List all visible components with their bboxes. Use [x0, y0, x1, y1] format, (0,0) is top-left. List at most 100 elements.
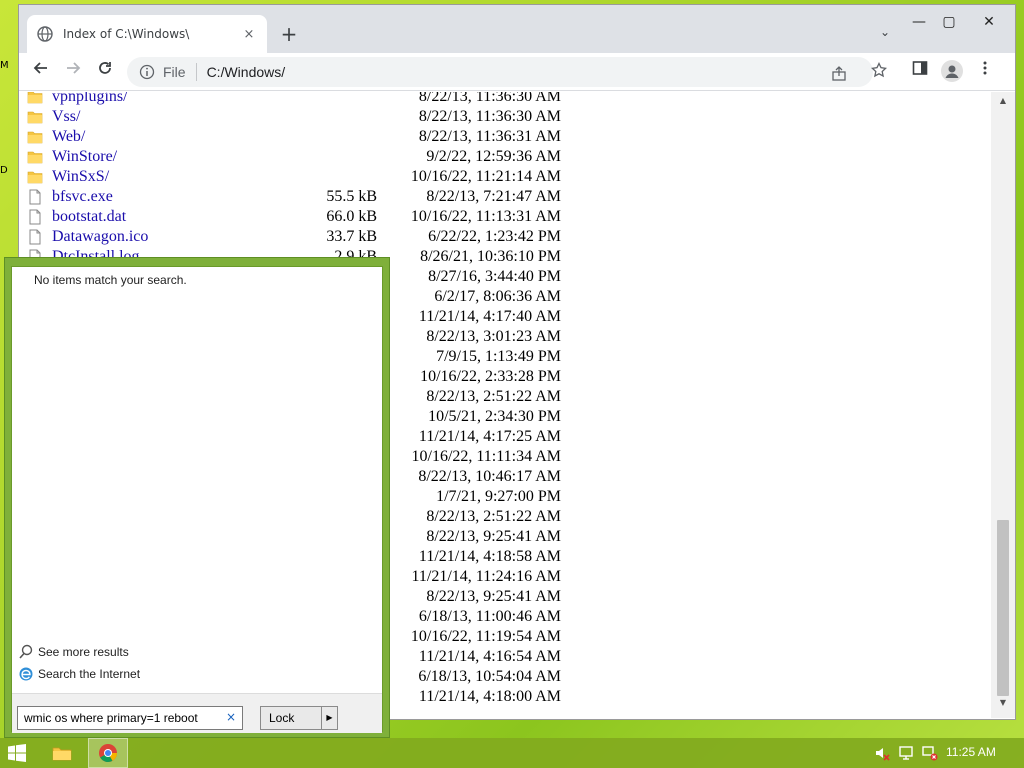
url-text[interactable]: C:/Windows/ — [207, 64, 286, 80]
bookmark-button[interactable] — [869, 61, 889, 82]
date-modified: 8/22/13, 10:46:17 AM — [418, 468, 561, 485]
lock-button-label: Lock — [269, 711, 295, 725]
date-modified: 11/21/14, 4:16:54 AM — [418, 648, 561, 665]
scrollbar-thumb[interactable] — [997, 520, 1009, 696]
tab-index-of-windows[interactable]: Index of C:\Windows\ × — [27, 15, 267, 53]
person-icon — [945, 65, 959, 78]
scroll-down-button[interactable]: ▼ — [991, 698, 1015, 714]
file-link[interactable]: Datawagon.ico — [52, 227, 148, 247]
taskbar-file-explorer[interactable] — [42, 738, 82, 768]
file-icon — [29, 229, 41, 245]
desktop-icon-label: M — [0, 60, 9, 71]
lock-button[interactable]: Lock ▶ — [260, 706, 338, 730]
tab-title: Index of C:\Windows\ — [63, 27, 190, 41]
file-link[interactable]: WinSxS/ — [52, 167, 109, 187]
taskbar-clock[interactable]: 11:25 AM — [946, 745, 996, 759]
share-button[interactable] — [829, 66, 849, 86]
address-bar[interactable]: File C:/Windows/ — [127, 57, 873, 87]
file-size: 55.5 kB — [326, 188, 377, 205]
table-row: bootstat.dat 66.0 kB 10/16/22, 11:13:31 AM — [19, 207, 579, 227]
file-link[interactable]: bfsvc.exe — [52, 187, 113, 207]
forward-button[interactable] — [61, 60, 85, 84]
date-modified: 9/2/22, 12:59:36 AM — [426, 148, 561, 165]
search-internet-label: Search the Internet — [38, 667, 141, 681]
file-link[interactable]: Web/ — [52, 127, 85, 147]
power-options-arrow-icon[interactable]: ▶ — [321, 707, 337, 729]
no-results-message: No items match your search. — [34, 273, 187, 287]
side-panel-icon — [912, 61, 928, 75]
search-results-area: No items match your search. See more res… — [11, 266, 383, 733]
date-modified: 8/27/16, 3:44:40 PM — [428, 268, 561, 285]
date-modified: 8/22/13, 11:36:30 AM — [418, 108, 561, 125]
file-link[interactable]: bootstat.dat — [52, 207, 126, 227]
maximize-button[interactable]: ▢ — [939, 13, 959, 33]
tab-strip: Index of C:\Windows\ × + ⌄ — ▢ ✕ — [19, 5, 1015, 53]
date-modified: 7/9/15, 1:13:49 PM — [436, 348, 561, 365]
url-scheme-label: File — [163, 64, 186, 80]
share-icon — [832, 66, 846, 81]
tab-close-icon[interactable]: × — [241, 27, 257, 42]
date-modified: 10/16/22, 11:11:34 AM — [411, 448, 562, 465]
magnifier-icon — [19, 644, 33, 659]
date-modified: 10/16/22, 11:19:54 AM — [410, 628, 561, 645]
date-modified: 1/7/21, 9:27:00 PM — [436, 488, 561, 505]
windows-start-icon[interactable] — [8, 744, 26, 762]
new-tab-button[interactable]: + — [277, 23, 301, 47]
clear-search-icon[interactable]: × — [224, 710, 238, 724]
date-modified: 10/16/22, 2:33:28 PM — [420, 368, 561, 385]
reload-button[interactable] — [93, 60, 117, 84]
see-more-results-link[interactable]: See more results — [18, 643, 129, 661]
vertical-scrollbar[interactable]: ▲ ▼ — [991, 92, 1015, 718]
file-link[interactable]: WinStore/ — [52, 147, 117, 167]
date-modified: 8/22/13, 9:25:41 AM — [426, 528, 561, 545]
date-modified: 8/22/13, 3:01:23 AM — [426, 328, 561, 345]
info-icon[interactable] — [139, 64, 155, 80]
file-size: 66.0 kB — [326, 208, 377, 225]
file-icon — [29, 189, 41, 205]
desktop-icon-label: D — [0, 165, 8, 176]
table-row: bfsvc.exe 55.5 kB 8/22/13, 7:21:47 AM — [19, 187, 579, 207]
minimize-button[interactable]: — — [909, 13, 929, 33]
date-modified: 8/22/13, 11:36:31 AM — [418, 128, 561, 145]
file-link[interactable]: Vss/ — [52, 107, 80, 127]
search-internet-link[interactable]: Search the Internet — [18, 665, 140, 683]
close-window-button[interactable]: ✕ — [979, 13, 999, 33]
date-modified: 6/22/22, 1:23:42 PM — [428, 228, 561, 245]
date-modified: 8/22/13, 11:36:30 AM — [418, 92, 561, 105]
table-row: Web/8/22/13, 11:36:31 AM — [19, 127, 579, 147]
profile-button[interactable] — [940, 60, 964, 84]
date-modified: 11/21/14, 4:18:00 AM — [418, 688, 561, 705]
folder-icon — [27, 171, 43, 184]
date-modified: 10/16/22, 11:21:14 AM — [410, 168, 561, 185]
volume-muted-icon[interactable] — [874, 745, 890, 761]
table-row: WinStore/9/2/22, 12:59:36 AM — [19, 147, 579, 167]
table-row: Vss/8/22/13, 11:36:30 AM — [19, 107, 579, 127]
folder-icon — [27, 151, 43, 164]
date-modified: 11/21/14, 4:17:25 AM — [418, 428, 561, 445]
globe-icon — [37, 26, 53, 42]
action-center-icon[interactable] — [898, 745, 914, 761]
taskbar-chrome[interactable] — [88, 738, 128, 768]
date-modified: 10/5/21, 2:34:30 PM — [428, 408, 561, 425]
scroll-up-button[interactable]: ▲ — [991, 96, 1015, 112]
date-modified: 8/22/13, 2:51:22 AM — [426, 388, 561, 405]
back-button[interactable] — [29, 60, 53, 84]
network-disconnected-icon[interactable] — [922, 745, 938, 761]
internet-explorer-icon — [19, 667, 33, 681]
reload-icon — [99, 62, 111, 74]
date-modified: 10/16/22, 11:13:31 AM — [410, 208, 561, 225]
folder-icon — [27, 131, 43, 144]
star-icon — [870, 61, 888, 78]
folder-icon — [27, 92, 43, 104]
search-input[interactable]: wmic os where primary=1 reboot — [17, 706, 243, 730]
menu-button[interactable] — [973, 60, 997, 84]
date-modified: 6/2/17, 8:06:36 AM — [434, 288, 561, 305]
see-more-results-label: See more results — [38, 645, 129, 659]
avatar — [941, 60, 963, 82]
search-panel: No items match your search. See more res… — [4, 257, 390, 738]
file-link[interactable]: vpnplugins/ — [52, 92, 128, 107]
date-modified: 11/21/14, 4:18:58 AM — [418, 548, 561, 565]
side-panel-button[interactable] — [908, 60, 932, 84]
tab-search-button[interactable]: ⌄ — [875, 25, 895, 45]
table-row: vpnplugins/8/22/13, 11:36:30 AM — [19, 92, 579, 107]
